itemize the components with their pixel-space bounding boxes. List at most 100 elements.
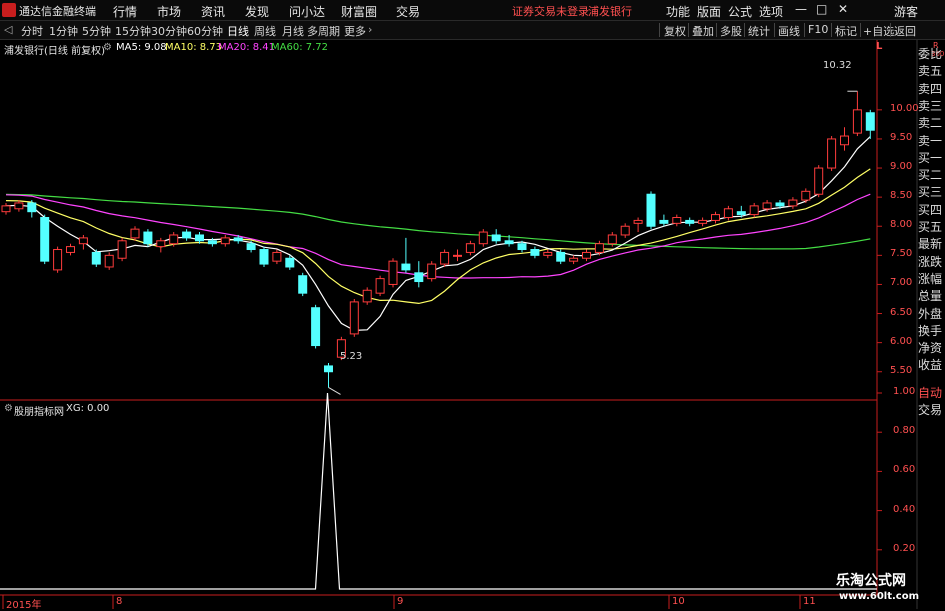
tab-5min[interactable]: 5分钟 [82, 23, 111, 39]
candle-body-down [646, 193, 656, 227]
app-title: 通达信金融终端 [19, 5, 96, 18]
side-tab-9[interactable]: 买四 [918, 202, 945, 219]
candle-body-up [762, 202, 772, 210]
tab-multi-period[interactable]: 多周期 [307, 23, 340, 39]
side-tab-1[interactable]: 卖五 [918, 63, 945, 80]
side-tab-6[interactable]: 买一 [918, 150, 945, 167]
side-tab-8[interactable]: 买三 [918, 184, 945, 201]
close-icon[interactable]: ✕ [838, 2, 848, 16]
tab-more[interactable]: 更多 [344, 23, 366, 39]
ma20-legend: MA20: 8.41 [218, 42, 276, 53]
menu-news[interactable]: 资讯 [201, 3, 225, 20]
candle-body-up [53, 249, 63, 271]
candle-body-up [543, 251, 553, 256]
side-tab-15[interactable]: 外盘 [918, 306, 945, 323]
menu-options[interactable]: 选项 [759, 3, 783, 20]
btn-mark[interactable]: 标记 [835, 23, 857, 39]
trade-login-status[interactable]: 证券交易未登录 [512, 3, 589, 19]
corner-badge-letter[interactable]: L [876, 41, 882, 52]
maximize-icon[interactable]: □ [816, 2, 827, 16]
more-chevron-icon[interactable]: › [368, 23, 372, 36]
price-tick: 9.00 [890, 161, 913, 173]
menu-trade[interactable]: 交易 [396, 3, 420, 20]
candle-body-up [66, 246, 75, 253]
tab-daily[interactable]: 日线 [227, 23, 249, 39]
tab-monthly[interactable]: 月线 [282, 23, 304, 39]
side-tab-4[interactable]: 卖二 [918, 115, 945, 132]
candle-body-up [453, 254, 462, 257]
candle-body-down [659, 219, 669, 224]
guest-login[interactable]: 游客 [894, 3, 918, 20]
side-trade-1[interactable]: 交易 [918, 402, 945, 419]
menu-function[interactable]: 功能 [666, 3, 690, 20]
candle-body-up [827, 138, 837, 169]
side-tab-12[interactable]: 涨跌 [918, 254, 945, 271]
candle-body-up [104, 254, 114, 268]
side-tab-10[interactable]: 买五 [918, 219, 945, 236]
side-tab-17[interactable]: 净资 [918, 340, 945, 357]
indicator-tick: 1.00 [893, 386, 916, 397]
btn-multi-stock[interactable]: 多股 [720, 23, 742, 39]
menu-layout[interactable]: 版面 [697, 3, 721, 20]
side-tab-14[interactable]: 总量 [918, 288, 945, 305]
indicator-settings-icon[interactable]: ⚙ [4, 403, 13, 414]
candle-body-up [362, 289, 372, 303]
indicator-value: XG: 0.00 [66, 403, 110, 414]
toolbar-divider [688, 23, 689, 37]
low-price-label: 5.23 [340, 351, 363, 362]
candle-body-down [530, 249, 540, 256]
tab-intraday[interactable]: 分时 [21, 23, 43, 39]
back-icon[interactable]: ◁ [4, 23, 12, 36]
kline-chart[interactable] [0, 40, 945, 609]
price-tick: 10.00 [890, 102, 919, 114]
btn-draw-line[interactable]: 画线 [778, 23, 800, 39]
candle-body-up [130, 228, 140, 239]
candle-body-up [349, 301, 359, 335]
candle-body-up [620, 225, 630, 236]
candle-body-down [195, 234, 204, 242]
tab-weekly[interactable]: 周线 [254, 23, 276, 39]
minimize-icon[interactable]: — [795, 2, 807, 16]
menu-discover[interactable]: 发现 [245, 3, 269, 20]
candle-body-down [775, 202, 785, 207]
candle-body-up [169, 234, 179, 245]
side-tab-18[interactable]: 收益 [918, 357, 945, 374]
tab-30min[interactable]: 30分钟 [151, 23, 187, 39]
candle-body-down [182, 231, 192, 239]
side-tab-13[interactable]: 涨幅 [918, 271, 945, 288]
btn-f10[interactable]: F10 [808, 23, 828, 36]
chart-stock-title: 浦发银行(日线 前复权) [4, 46, 105, 57]
side-tab-7[interactable]: 买二 [918, 167, 945, 184]
candle-body-down [27, 202, 37, 213]
side-tab-3[interactable]: 卖三 [918, 98, 945, 115]
toolbar-divider [774, 23, 775, 37]
side-tab-11[interactable]: 最新 [918, 236, 945, 253]
menu-market[interactable]: 市场 [157, 3, 181, 20]
toolbar-divider [744, 23, 745, 37]
candle-body-up [723, 208, 733, 219]
current-stock-name: 浦发银行 [588, 5, 632, 18]
btn-return[interactable]: 返回 [894, 23, 916, 39]
candle-body-up [607, 234, 617, 245]
menu-formula[interactable]: 公式 [728, 3, 752, 20]
candle-body-down [504, 240, 514, 245]
side-tab-5[interactable]: 卖一 [918, 133, 945, 150]
side-tab-2[interactable]: 卖四 [918, 81, 945, 98]
btn-overlay[interactable]: 叠加 [692, 23, 714, 39]
candle-body-up [388, 260, 398, 285]
candle-body-up [698, 219, 708, 224]
btn-statistics[interactable]: 统计 [748, 23, 770, 39]
side-tab-16[interactable]: 换手 [918, 323, 945, 340]
candle-body-down [401, 263, 411, 271]
btn-restore-rights[interactable]: 复权 [664, 23, 686, 39]
side-tab-0[interactable]: 委比 [918, 46, 945, 63]
menu-wealth[interactable]: 财富圈 [341, 3, 377, 20]
menu-quotes[interactable]: 行情 [113, 3, 137, 20]
tab-60min[interactable]: 60分钟 [187, 23, 223, 39]
settings-gear-icon[interactable]: ⚙ [103, 42, 112, 53]
tab-1min[interactable]: 1分钟 [49, 23, 78, 39]
menu-ask[interactable]: 问小达 [289, 3, 325, 20]
side-trade-0[interactable]: 自动 [918, 385, 945, 402]
tab-15min[interactable]: 15分钟 [115, 23, 151, 39]
candle-body-down [491, 234, 501, 242]
